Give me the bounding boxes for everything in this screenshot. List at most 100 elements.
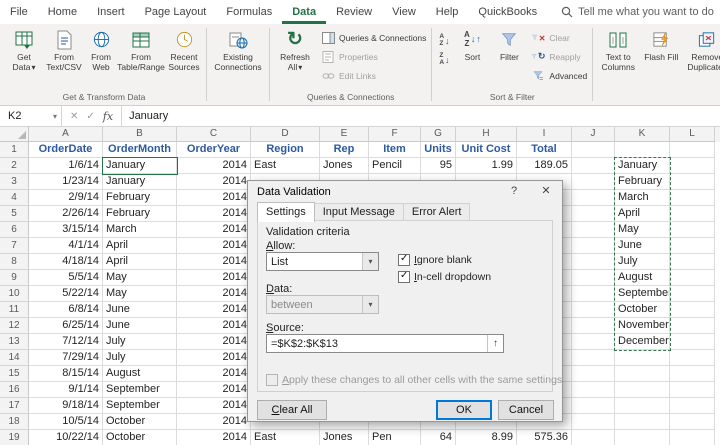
cell-L16[interactable] [670, 382, 715, 398]
apply-all-checkbox[interactable] [266, 374, 278, 386]
cell-E1[interactable]: Rep [320, 142, 369, 158]
cell-K11[interactable]: October [615, 302, 670, 318]
cell-A3[interactable]: 1/23/14 [29, 174, 103, 190]
cell-L18[interactable] [670, 414, 715, 430]
cell-C4[interactable]: 2014 [177, 190, 251, 206]
tab-view[interactable]: View [382, 0, 426, 24]
ignore-blank-checkbox[interactable] [398, 253, 410, 266]
row-header-8[interactable]: 8 [0, 254, 29, 270]
row-header-16[interactable]: 16 [0, 382, 29, 398]
cell-G1[interactable]: Units [421, 142, 456, 158]
dialog-title[interactable]: Data Validation [248, 181, 498, 203]
from-table-range-button[interactable]: From Table/Range [117, 25, 165, 90]
cell-B19[interactable]: October [103, 430, 177, 445]
cell-A14[interactable]: 7/29/14 [29, 350, 103, 366]
cell-L17[interactable] [670, 398, 715, 414]
cell-D2[interactable]: East [251, 158, 320, 174]
cell-B3[interactable]: January [103, 174, 177, 190]
refresh-all-button[interactable]: ↻ Refresh All [272, 25, 318, 90]
row-header-6[interactable]: 6 [0, 222, 29, 238]
properties-button[interactable]: Properties [318, 47, 429, 66]
cell-L14[interactable] [670, 350, 715, 366]
cell-A7[interactable]: 4/1/14 [29, 238, 103, 254]
cell-K4[interactable]: March [615, 190, 670, 206]
cell-B13[interactable]: July [103, 334, 177, 350]
cell-A17[interactable]: 9/18/14 [29, 398, 103, 414]
cell-K13[interactable]: December [615, 334, 670, 350]
tab-insert[interactable]: Insert [87, 0, 135, 24]
source-input[interactable]: =$K$2:$K$13 [266, 334, 504, 353]
cell-A4[interactable]: 2/9/14 [29, 190, 103, 206]
cell-B16[interactable]: September [103, 382, 177, 398]
tab-quickbooks[interactable]: QuickBooks [468, 0, 547, 24]
cell-K12[interactable]: November [615, 318, 670, 334]
row-header-12[interactable]: 12 [0, 318, 29, 334]
cell-J8[interactable] [572, 254, 615, 270]
data-dropdown[interactable]: between [266, 295, 379, 314]
queries-connections-button[interactable]: Queries & Connections [318, 28, 429, 47]
cell-J15[interactable] [572, 366, 615, 382]
cell-C12[interactable]: 2014 [177, 318, 251, 334]
cell-B15[interactable]: August [103, 366, 177, 382]
cell-K5[interactable]: April [615, 206, 670, 222]
cell-J7[interactable] [572, 238, 615, 254]
column-header-H[interactable]: H [456, 127, 517, 142]
cell-C14[interactable]: 2014 [177, 350, 251, 366]
column-header-A[interactable]: A [29, 127, 103, 142]
cell-D19[interactable]: East [251, 430, 320, 445]
cell-J16[interactable] [572, 382, 615, 398]
cell-E19[interactable]: Jones [320, 430, 369, 445]
insert-function-icon[interactable] [103, 110, 113, 123]
filter-button[interactable]: Filter [490, 25, 528, 90]
tab-settings[interactable]: Settings [257, 202, 315, 222]
cell-K16[interactable] [615, 382, 670, 398]
cell-C5[interactable]: 2014 [177, 206, 251, 222]
cell-B11[interactable]: June [103, 302, 177, 318]
dialog-close-button[interactable]: ✕ [530, 181, 562, 202]
cell-B18[interactable]: October [103, 414, 177, 430]
row-header-18[interactable]: 18 [0, 414, 29, 430]
cell-L13[interactable] [670, 334, 715, 350]
cell-K17[interactable] [615, 398, 670, 414]
cell-L3[interactable] [670, 174, 715, 190]
cell-I2[interactable]: 189.05 [517, 158, 572, 174]
tab-home[interactable]: Home [38, 0, 87, 24]
row-header-4[interactable]: 4 [0, 190, 29, 206]
row-header-10[interactable]: 10 [0, 286, 29, 302]
cell-K2[interactable]: January [615, 158, 670, 174]
advanced-filter-button[interactable]: Advanced [528, 66, 590, 85]
cell-G19[interactable]: 64 [421, 430, 456, 445]
cell-B12[interactable]: June [103, 318, 177, 334]
cell-A11[interactable]: 6/8/14 [29, 302, 103, 318]
row-header-13[interactable]: 13 [0, 334, 29, 350]
column-header-G[interactable]: G [421, 127, 456, 142]
cell-J2[interactable] [572, 158, 615, 174]
get-data-button[interactable]: Get Data [4, 25, 44, 90]
column-header-J[interactable]: J [572, 127, 615, 142]
cell-K7[interactable]: June [615, 238, 670, 254]
cell-J19[interactable] [572, 430, 615, 445]
row-header-15[interactable]: 15 [0, 366, 29, 382]
cell-B8[interactable]: April [103, 254, 177, 270]
reapply-filter-button[interactable]: Reapply [528, 47, 590, 66]
cell-K3[interactable]: February [615, 174, 670, 190]
cell-B2[interactable]: January [103, 158, 177, 174]
cell-K8[interactable]: July [615, 254, 670, 270]
from-text-csv-button[interactable]: From Text/CSV [44, 25, 84, 90]
cell-K10[interactable]: September [615, 286, 670, 302]
cell-H19[interactable]: 8.99 [456, 430, 517, 445]
cell-L5[interactable] [670, 206, 715, 222]
cell-C15[interactable]: 2014 [177, 366, 251, 382]
column-header-B[interactable]: B [103, 127, 177, 142]
row-header-1[interactable]: 1 [0, 142, 29, 158]
select-all-corner[interactable] [0, 127, 29, 142]
cell-J9[interactable] [572, 270, 615, 286]
tab-data[interactable]: Data [282, 0, 326, 24]
cell-J10[interactable] [572, 286, 615, 302]
cell-J5[interactable] [572, 206, 615, 222]
cell-A12[interactable]: 6/25/14 [29, 318, 103, 334]
tab-review[interactable]: Review [326, 0, 382, 24]
cell-B14[interactable]: July [103, 350, 177, 366]
cell-I19[interactable]: 575.36 [517, 430, 572, 445]
sort-descending-button[interactable] [434, 50, 454, 69]
